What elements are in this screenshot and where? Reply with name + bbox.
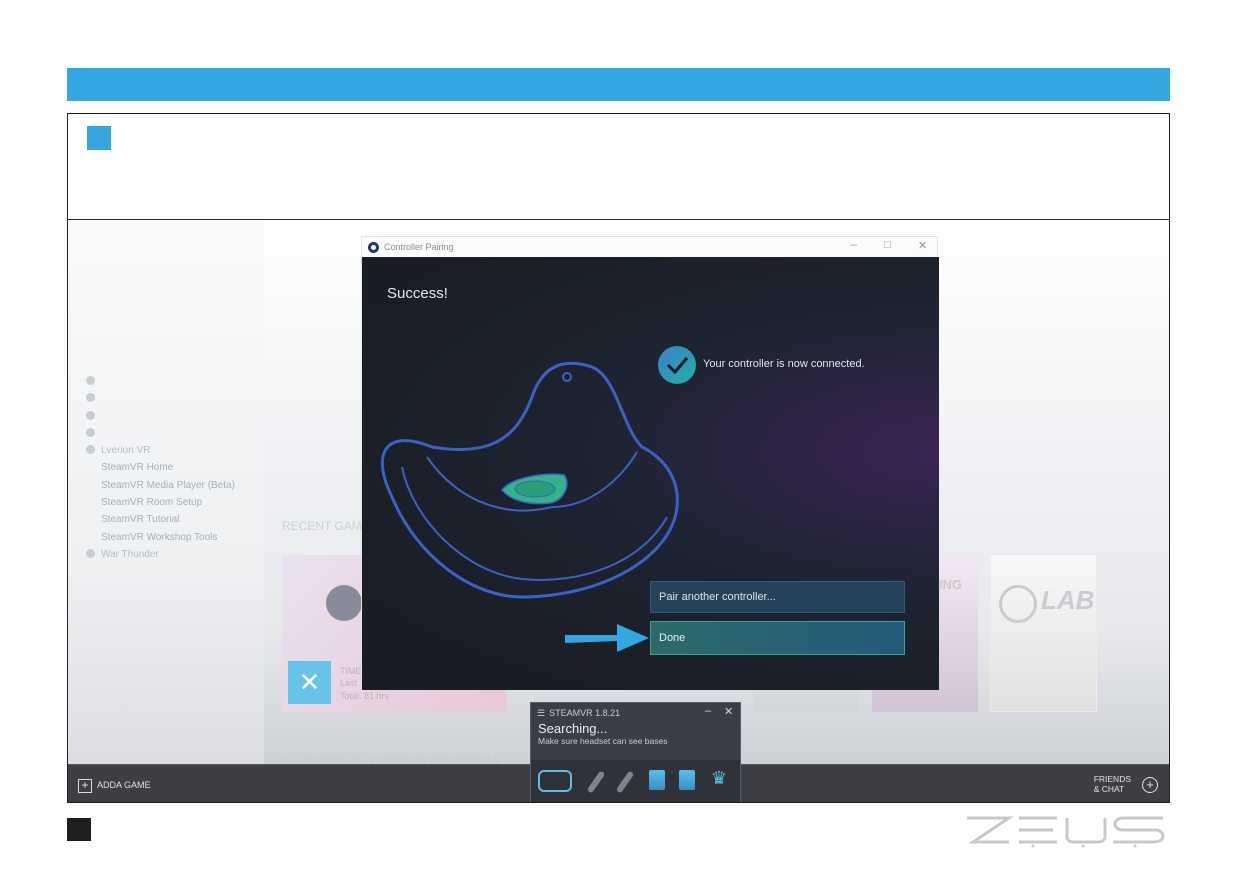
game-icon bbox=[86, 548, 95, 558]
sidebar-item[interactable]: SteamVR Media Player (Beta) bbox=[86, 477, 235, 494]
sidebar-item[interactable]: SteamVR Home bbox=[86, 459, 235, 476]
globe-icon bbox=[999, 585, 1037, 623]
close-button[interactable]: ✕ bbox=[918, 239, 927, 252]
game-icon bbox=[86, 410, 95, 420]
add-friend-icon[interactable]: + bbox=[1142, 777, 1158, 793]
done-button[interactable]: Done bbox=[650, 621, 905, 655]
controller-pairing-dialog: Controller Pairing – □ ✕ Success! Your c… bbox=[361, 236, 939, 690]
headset-icon[interactable] bbox=[538, 770, 572, 792]
dialog-title: Controller Pairing bbox=[384, 242, 454, 252]
step-marker bbox=[87, 126, 111, 150]
sidebar-item[interactable]: Lverion VR bbox=[86, 442, 235, 459]
sidebar-item[interactable]: SteamVR Tutorial bbox=[86, 511, 235, 528]
sidebar-item[interactable]: War Thunder bbox=[86, 546, 235, 563]
friends-chat-button[interactable]: FRIENDS & CHAT bbox=[1094, 774, 1131, 794]
controller-icon[interactable] bbox=[586, 770, 606, 794]
steam-logo-icon bbox=[326, 585, 362, 621]
sidebar-item-label: War Thunder bbox=[101, 548, 159, 560]
plus-icon[interactable]: + bbox=[78, 779, 92, 793]
add-game-button[interactable]: ADDA GAME bbox=[97, 780, 151, 790]
steamvr-status-text: Searching... bbox=[538, 721, 608, 736]
sidebar-game-list: Lverion VR SteamVR Home SteamVR Media Play… bbox=[86, 373, 235, 563]
maximize-button[interactable]: □ bbox=[884, 239, 891, 251]
sidebar-item[interactable] bbox=[86, 373, 235, 390]
close-x-icon: ✕ bbox=[288, 661, 331, 704]
steam-sidebar: Lverion VR SteamVR Home SteamVR Media Play… bbox=[68, 221, 264, 802]
minimize-button[interactable]: – bbox=[851, 239, 857, 251]
sidebar-item-label: SteamVR Workshop Tools bbox=[101, 531, 218, 543]
friends-label: FRIENDS bbox=[1093, 774, 1131, 784]
base-station-icon[interactable] bbox=[649, 770, 665, 790]
tile-last-label: Last bbox=[340, 678, 358, 688]
steamvr-status-window: ☰ STEAMVR 1.8.21 – ✕ Searching... Make su… bbox=[530, 702, 741, 802]
game-icon bbox=[86, 393, 95, 403]
header-bar bbox=[67, 68, 1170, 101]
controller-icon[interactable] bbox=[615, 770, 635, 794]
sidebar-item-label: Lverion VR bbox=[101, 445, 151, 457]
sidebar-item[interactable]: SteamVR Workshop Tools bbox=[86, 529, 235, 546]
game-tile-title: LAB bbox=[1041, 585, 1095, 615]
menu-icon[interactable]: ☰ bbox=[537, 708, 545, 718]
game-icon bbox=[86, 427, 95, 437]
connection-status: Your controller is now connected. bbox=[703, 358, 865, 370]
sidebar-item-label: SteamVR Tutorial bbox=[101, 514, 180, 526]
minimize-button[interactable]: – bbox=[705, 705, 711, 717]
instruction-area bbox=[68, 114, 1169, 220]
sidebar-item-label: SteamVR Room Setup bbox=[101, 497, 203, 509]
sidebar-item[interactable] bbox=[86, 408, 235, 425]
footer-marker bbox=[67, 818, 91, 841]
success-heading: Success! bbox=[387, 285, 448, 302]
sidebar-item-label: SteamVR Media Player (Beta) bbox=[101, 479, 235, 491]
sidebar-item-label: SteamVR Home bbox=[101, 462, 174, 474]
sidebar-item[interactable]: SteamVR Room Setup bbox=[86, 494, 235, 511]
device-status-bar: ♛ bbox=[531, 760, 740, 802]
pointer-arrow-icon bbox=[565, 624, 649, 652]
pair-another-controller-button[interactable]: Pair another controller... bbox=[650, 581, 905, 613]
tracker-icon[interactable]: ♛ bbox=[707, 769, 731, 787]
success-check-icon bbox=[658, 346, 696, 384]
steamvr-title: STEAMVR 1.8.21 bbox=[549, 708, 621, 718]
tile-total-hours: Total: 81 hrs bbox=[340, 691, 390, 701]
zeus-logo-icon bbox=[967, 816, 1165, 848]
steamvr-title-bar: ☰ STEAMVR 1.8.21 bbox=[537, 708, 620, 719]
base-station-icon[interactable] bbox=[679, 770, 695, 790]
game-icon bbox=[86, 445, 95, 455]
steamvr-hint-text: Make sure headset can see bases bbox=[538, 736, 668, 746]
game-icon bbox=[86, 376, 95, 385]
controller-illustration bbox=[380, 361, 679, 599]
tile-time-label: TIME bbox=[340, 666, 362, 676]
dialog-body: Success! Your controller is now connecte… bbox=[362, 257, 939, 690]
chat-label: & CHAT bbox=[1093, 784, 1125, 794]
sidebar-item[interactable] bbox=[86, 425, 235, 442]
game-tile-the-lab[interactable]: LAB bbox=[990, 554, 1097, 712]
steamvr-logo-icon bbox=[368, 242, 379, 253]
recent-games-heading: RECENT GAM bbox=[282, 519, 362, 533]
dialog-title-bar: Controller Pairing – □ ✕ bbox=[362, 237, 937, 257]
sidebar-item[interactable] bbox=[86, 390, 235, 407]
close-button[interactable]: ✕ bbox=[724, 705, 733, 718]
